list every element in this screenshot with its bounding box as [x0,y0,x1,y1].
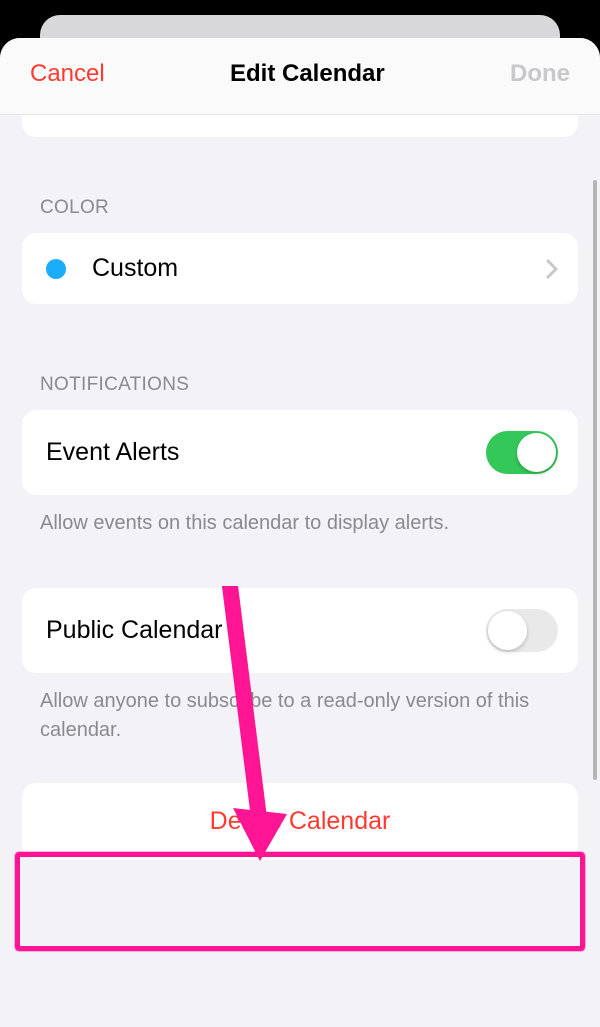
public-calendar-toggle[interactable] [486,609,558,652]
event-alerts-label: Event Alerts [46,438,486,467]
delete-calendar-label: Delete Calendar [210,807,391,835]
color-row[interactable]: Custom [22,233,578,304]
chevron-right-icon [546,259,558,279]
page-title: Edit Calendar [230,60,385,88]
event-alerts-toggle[interactable] [486,431,558,474]
delete-calendar-button[interactable]: Delete Calendar [22,783,578,860]
color-card: Custom [22,233,578,304]
event-alerts-card: Event Alerts [22,410,578,495]
public-calendar-footer: Allow anyone to subscribe to a read-only… [40,687,560,745]
public-calendar-card: Public Calendar [22,588,578,673]
navbar: Cancel Edit Calendar Done [0,38,600,115]
toggle-knob [517,433,556,472]
edit-calendar-modal: Cancel Edit Calendar Done COLOR Custom N… [0,38,600,1027]
content-area: COLOR Custom NOTIFICATIONS Event Alerts … [0,115,600,860]
toggle-knob [488,611,527,650]
color-row-label: Custom [92,254,546,283]
event-alerts-row: Event Alerts [22,410,578,495]
previous-section-card-bottom [22,115,578,137]
color-dot-icon [46,259,66,279]
notifications-section-header: NOTIFICATIONS [40,374,578,396]
scroll-indicator [593,180,597,780]
event-alerts-footer: Allow events on this calendar to display… [40,509,560,538]
public-calendar-row: Public Calendar [22,588,578,673]
done-button[interactable]: Done [510,60,570,88]
cancel-button[interactable]: Cancel [30,60,105,88]
public-calendar-label: Public Calendar [46,616,486,645]
color-section-header: COLOR [40,197,578,219]
